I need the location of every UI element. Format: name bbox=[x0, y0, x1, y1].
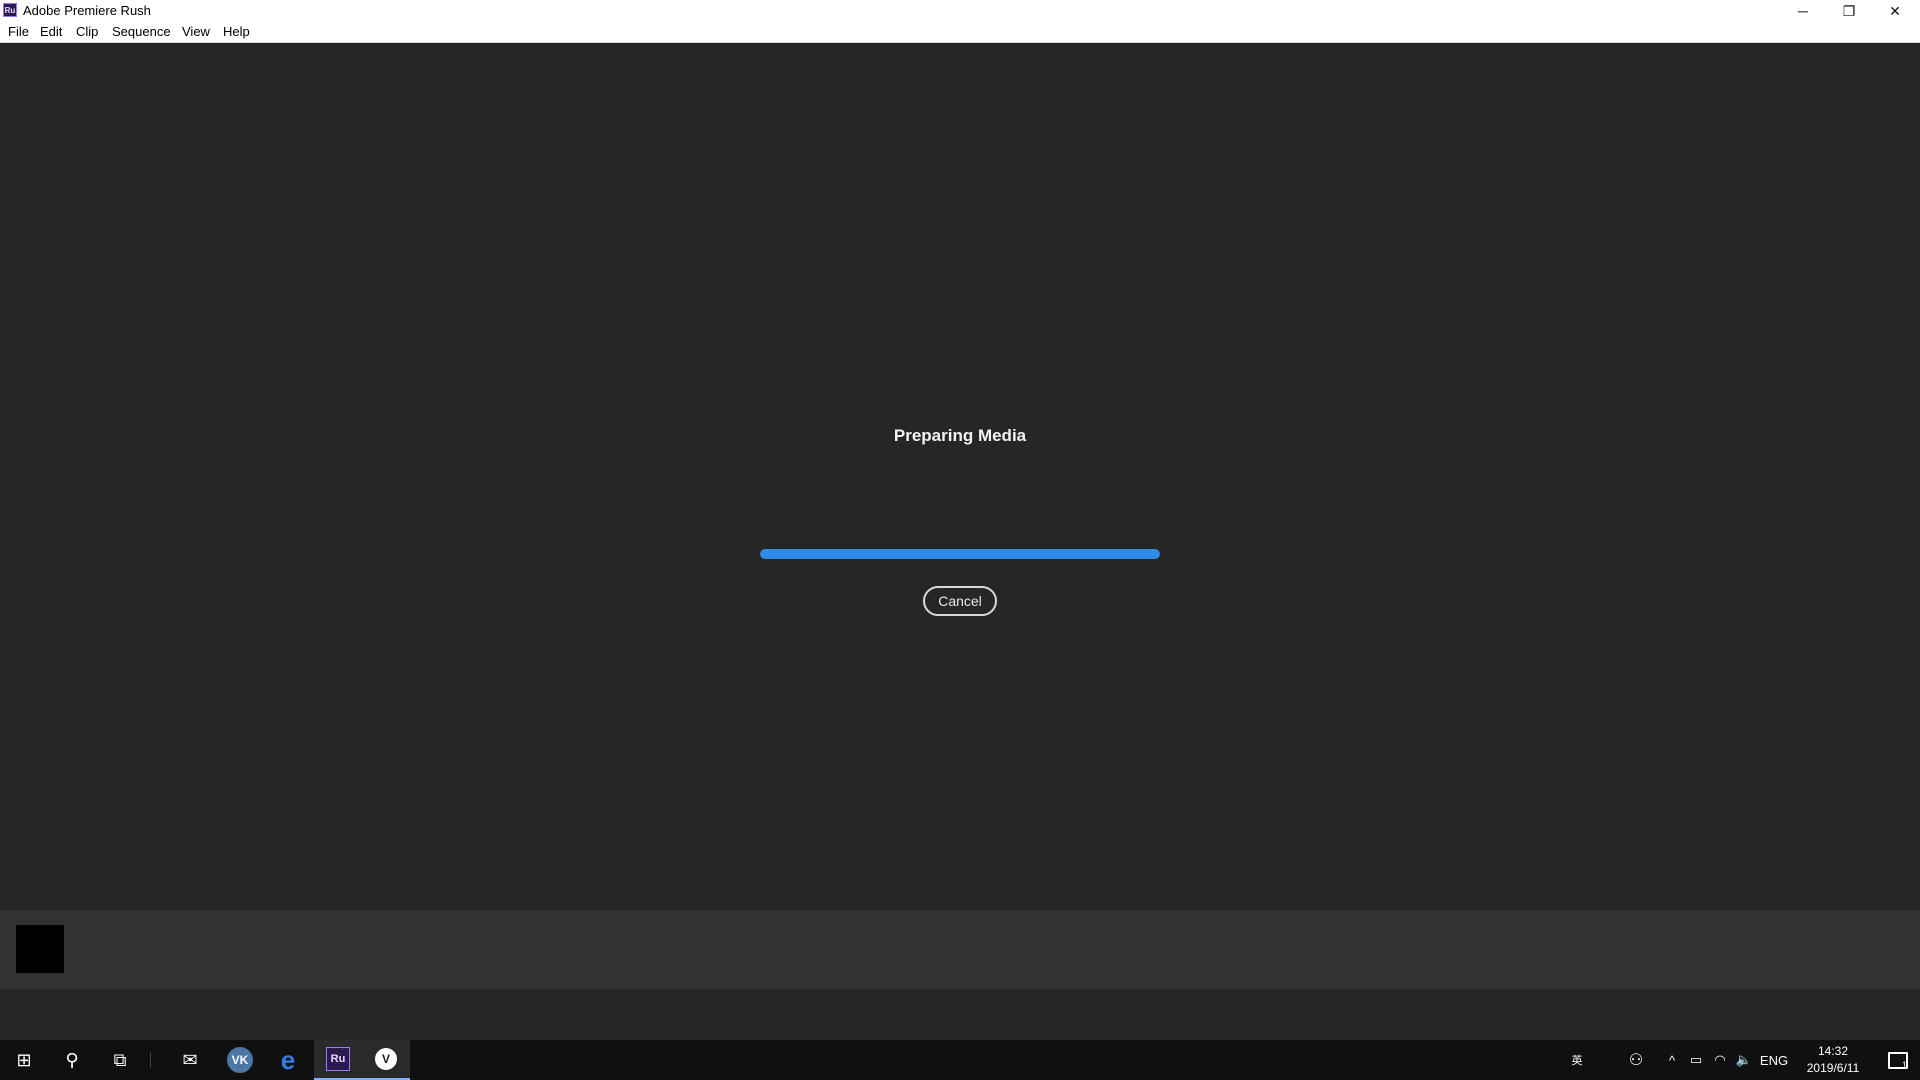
notification-count: 1 bbox=[1902, 1060, 1908, 1070]
progress-fill bbox=[760, 549, 1160, 559]
vk-icon[interactable]: VK bbox=[216, 1040, 264, 1080]
menu-clip[interactable]: Clip bbox=[72, 24, 102, 39]
menu-bar: File Edit Clip Sequence View Help bbox=[0, 22, 1920, 43]
battery-icon[interactable]: ▭ bbox=[1684, 1040, 1708, 1080]
media-strip bbox=[0, 910, 1920, 989]
menu-help[interactable]: Help bbox=[219, 24, 254, 39]
menu-sequence[interactable]: Sequence bbox=[108, 24, 175, 39]
people-icon[interactable]: ⚇ bbox=[1620, 1040, 1652, 1080]
search-icon[interactable]: ⚲ bbox=[48, 1040, 96, 1080]
premiere-rush-icon[interactable]: Ru bbox=[314, 1040, 362, 1080]
task-view-icon[interactable]: ⧉ bbox=[96, 1040, 144, 1080]
taskbar: ⊞ ⚲ ⧉ ✉ VK e Ru V 英 ⚇ ^ ▭ ◠ 🔈 ENG 14:32 … bbox=[0, 1040, 1920, 1080]
clock-time: 14:32 bbox=[1817, 1044, 1849, 1058]
title-bar: Ru Adobe Premiere Rush ─ ❐ ✕ bbox=[0, 0, 1920, 22]
cancel-button[interactable]: Cancel bbox=[923, 586, 997, 616]
app-icon: Ru bbox=[3, 3, 17, 17]
mail-icon[interactable]: ✉ bbox=[166, 1040, 214, 1080]
start-icon[interactable]: ⊞ bbox=[0, 1040, 48, 1080]
menu-edit[interactable]: Edit bbox=[36, 24, 66, 39]
volume-icon[interactable]: 🔈 bbox=[1732, 1040, 1756, 1080]
notification-icon[interactable]: 1 bbox=[1876, 1040, 1920, 1080]
edge-icon[interactable]: e bbox=[264, 1040, 312, 1080]
bottom-pane bbox=[0, 989, 1920, 1040]
vivaldi-icon[interactable]: V bbox=[362, 1040, 410, 1080]
vk-icon-glyph: VK bbox=[227, 1047, 253, 1073]
menu-view[interactable]: View bbox=[178, 24, 214, 39]
vivaldi-glyph: V bbox=[375, 1048, 397, 1070]
clock-date: 2019/6/11 bbox=[1806, 1061, 1860, 1075]
close-button[interactable]: ✕ bbox=[1872, 0, 1918, 22]
language-indicator[interactable]: ENG bbox=[1756, 1040, 1792, 1080]
menu-file[interactable]: File bbox=[4, 24, 33, 39]
maximize-button[interactable]: ❐ bbox=[1826, 0, 1872, 22]
clock[interactable]: 14:32 2019/6/11 bbox=[1790, 1043, 1876, 1077]
main-area bbox=[0, 43, 1920, 910]
dialog-title: Preparing Media bbox=[893, 426, 1027, 445]
media-thumbnail[interactable] bbox=[16, 925, 64, 973]
chevron-up-icon[interactable]: ^ bbox=[1660, 1040, 1684, 1080]
premiere-rush-glyph: Ru bbox=[326, 1047, 350, 1071]
minimize-button[interactable]: ─ bbox=[1780, 0, 1826, 22]
wifi-icon[interactable]: ◠ bbox=[1708, 1040, 1732, 1080]
ime-icon[interactable]: 英 bbox=[1560, 1040, 1594, 1080]
taskbar-separator bbox=[150, 1052, 151, 1068]
progress-bar bbox=[760, 549, 1160, 559]
window-title: Adobe Premiere Rush bbox=[23, 3, 151, 18]
